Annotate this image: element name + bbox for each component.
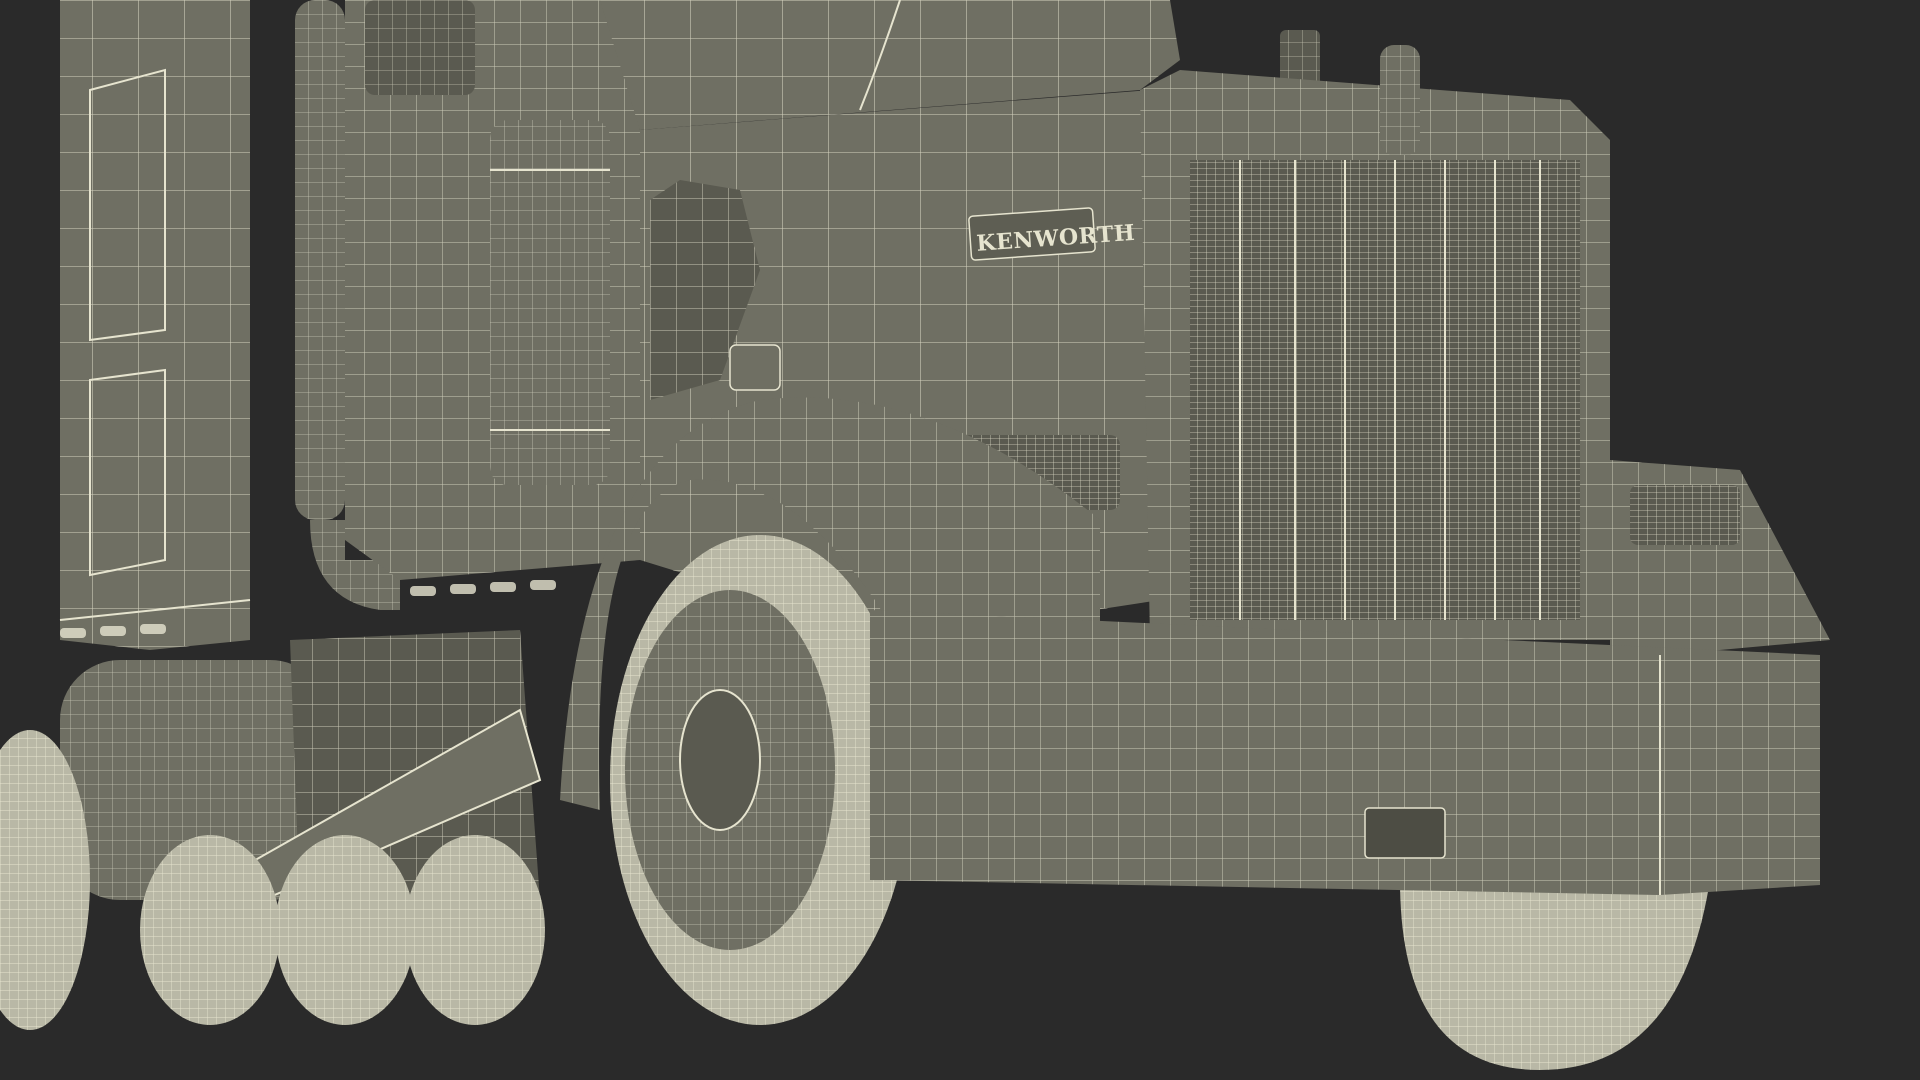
right-fender [1610, 460, 1830, 660]
front-wheel [610, 535, 910, 1025]
air-cleaner [490, 120, 610, 485]
front-bumper [870, 610, 1820, 895]
radiator-grille [1140, 45, 1610, 640]
right-front-wheel [1400, 880, 1710, 1070]
sleeper-cab [59, 0, 251, 650]
truck-wireframe-render: KENWORTH [0, 0, 1830, 1070]
